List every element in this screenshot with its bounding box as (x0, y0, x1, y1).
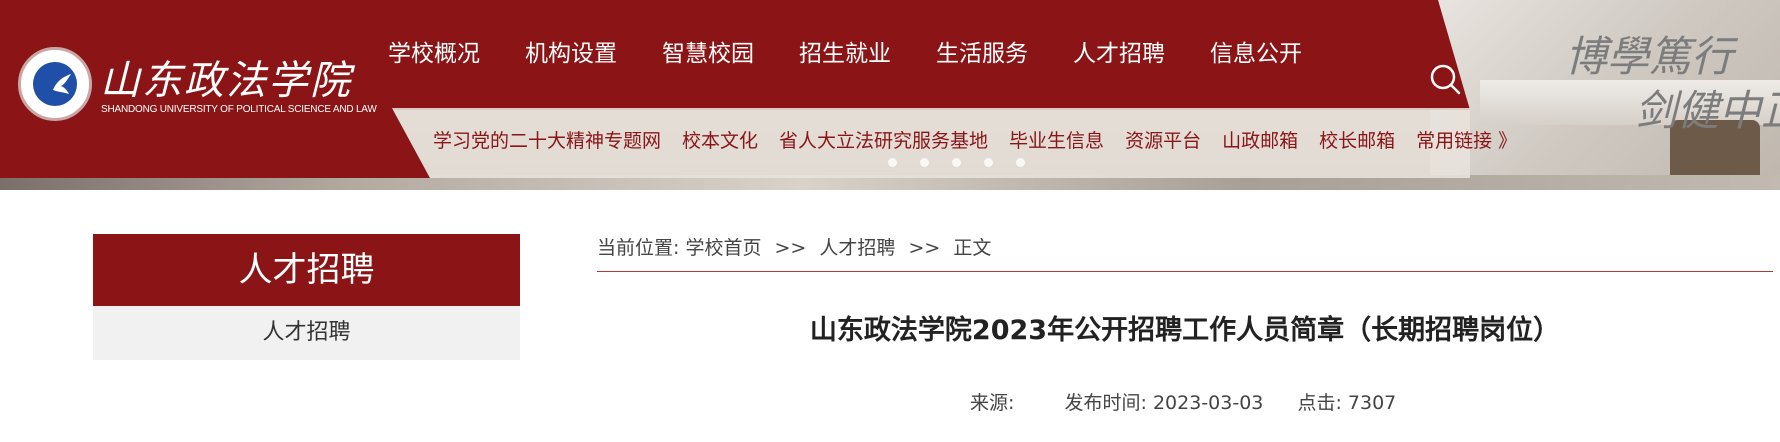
source-label: 来源: (970, 392, 1015, 414)
carousel-dot[interactable] (920, 158, 929, 167)
quick-link-mail[interactable]: 山政邮箱 (1222, 126, 1298, 153)
banner-calligraphy: 博學篤行 剑健中正 (1565, 30, 1780, 140)
school-logo[interactable] (18, 47, 92, 121)
article-title: 山东政法学院2023年公开招聘工作人员简章（长期招聘岗位） (809, 315, 1561, 346)
carousel-dot[interactable] (1016, 158, 1025, 167)
logo-emblem (33, 62, 77, 106)
clicks-label: 点击: (1297, 392, 1342, 414)
sidebar-title: 人才招聘 (93, 234, 520, 306)
site-header: 山东政法学院 SHANDONG UNIVERSITY OF POLITICAL … (0, 0, 1780, 190)
breadcrumb: 当前位置: 学校首页 >> 人才招聘 >> 正文 (597, 233, 991, 260)
quick-link-president-mail[interactable]: 校长邮箱 (1319, 126, 1395, 153)
clicks-value: 7307 (1347, 392, 1397, 414)
nav-item-public-info[interactable]: 信息公开 (1210, 34, 1302, 67)
breadcrumb-prefix: 当前位置: (597, 237, 680, 259)
nav-item-recruitment[interactable]: 人才招聘 (1073, 34, 1165, 67)
calligraphy-line-1: 博學篤行 (1565, 32, 1734, 81)
school-name-cn: 山东政法学院 (100, 58, 352, 104)
quick-link-resources[interactable]: 资源平台 (1125, 126, 1201, 153)
sidebar-item-recruitment[interactable]: 人才招聘 (93, 306, 520, 360)
breadcrumb-recruitment[interactable]: 人才招聘 (819, 237, 895, 259)
carousel-dots (888, 158, 1048, 167)
breadcrumb-current: 正文 (953, 237, 992, 259)
nav-item-life-services[interactable]: 生活服务 (936, 34, 1028, 67)
breadcrumb-divider (597, 271, 1773, 272)
quick-link-school-culture[interactable]: 校本文化 (682, 126, 758, 153)
nav-item-about[interactable]: 学校概况 (388, 34, 480, 67)
carousel-dot[interactable] (984, 158, 993, 167)
quick-link-legislation-base[interactable]: 省人大立法研究服务基地 (779, 126, 988, 153)
calligraphy-line-2: 剑健中正 (1635, 86, 1780, 135)
nav-item-admissions[interactable]: 招生就业 (799, 34, 891, 67)
school-name-en: SHANDONG UNIVERSITY OF POLITICAL SCIENCE… (101, 104, 377, 115)
carousel-dot[interactable] (952, 158, 961, 167)
quick-link-graduates[interactable]: 毕业生信息 (1009, 126, 1104, 153)
date-value: 2023-03-03 (1152, 392, 1264, 414)
quick-link-party-congress[interactable]: 学习党的二十大精神专题网 (433, 126, 661, 153)
breadcrumb-home[interactable]: 学校首页 (685, 237, 761, 259)
nav-item-smart-campus[interactable]: 智慧校园 (662, 34, 754, 67)
breadcrumb-separator: >> (908, 237, 941, 259)
quick-links: 学习党的二十大精神专题网 校本文化 省人大立法研究服务基地 毕业生信息 资源平台… (433, 126, 1538, 153)
dove-icon (53, 74, 71, 94)
search-icon[interactable] (1428, 62, 1462, 96)
article-meta: 来源: 发布时间: 2023-03-03 点击: 7307 (970, 388, 1396, 415)
date-label: 发布时间: (1064, 392, 1147, 414)
carousel-dot[interactable] (888, 158, 897, 167)
quick-link-common-links[interactable]: 常用链接 》 (1416, 126, 1517, 153)
nav-item-departments[interactable]: 机构设置 (525, 34, 617, 67)
main-nav: 学校概况 机构设置 智慧校园 招生就业 生活服务 人才招聘 信息公开 (388, 34, 1347, 67)
breadcrumb-separator: >> (774, 237, 807, 259)
